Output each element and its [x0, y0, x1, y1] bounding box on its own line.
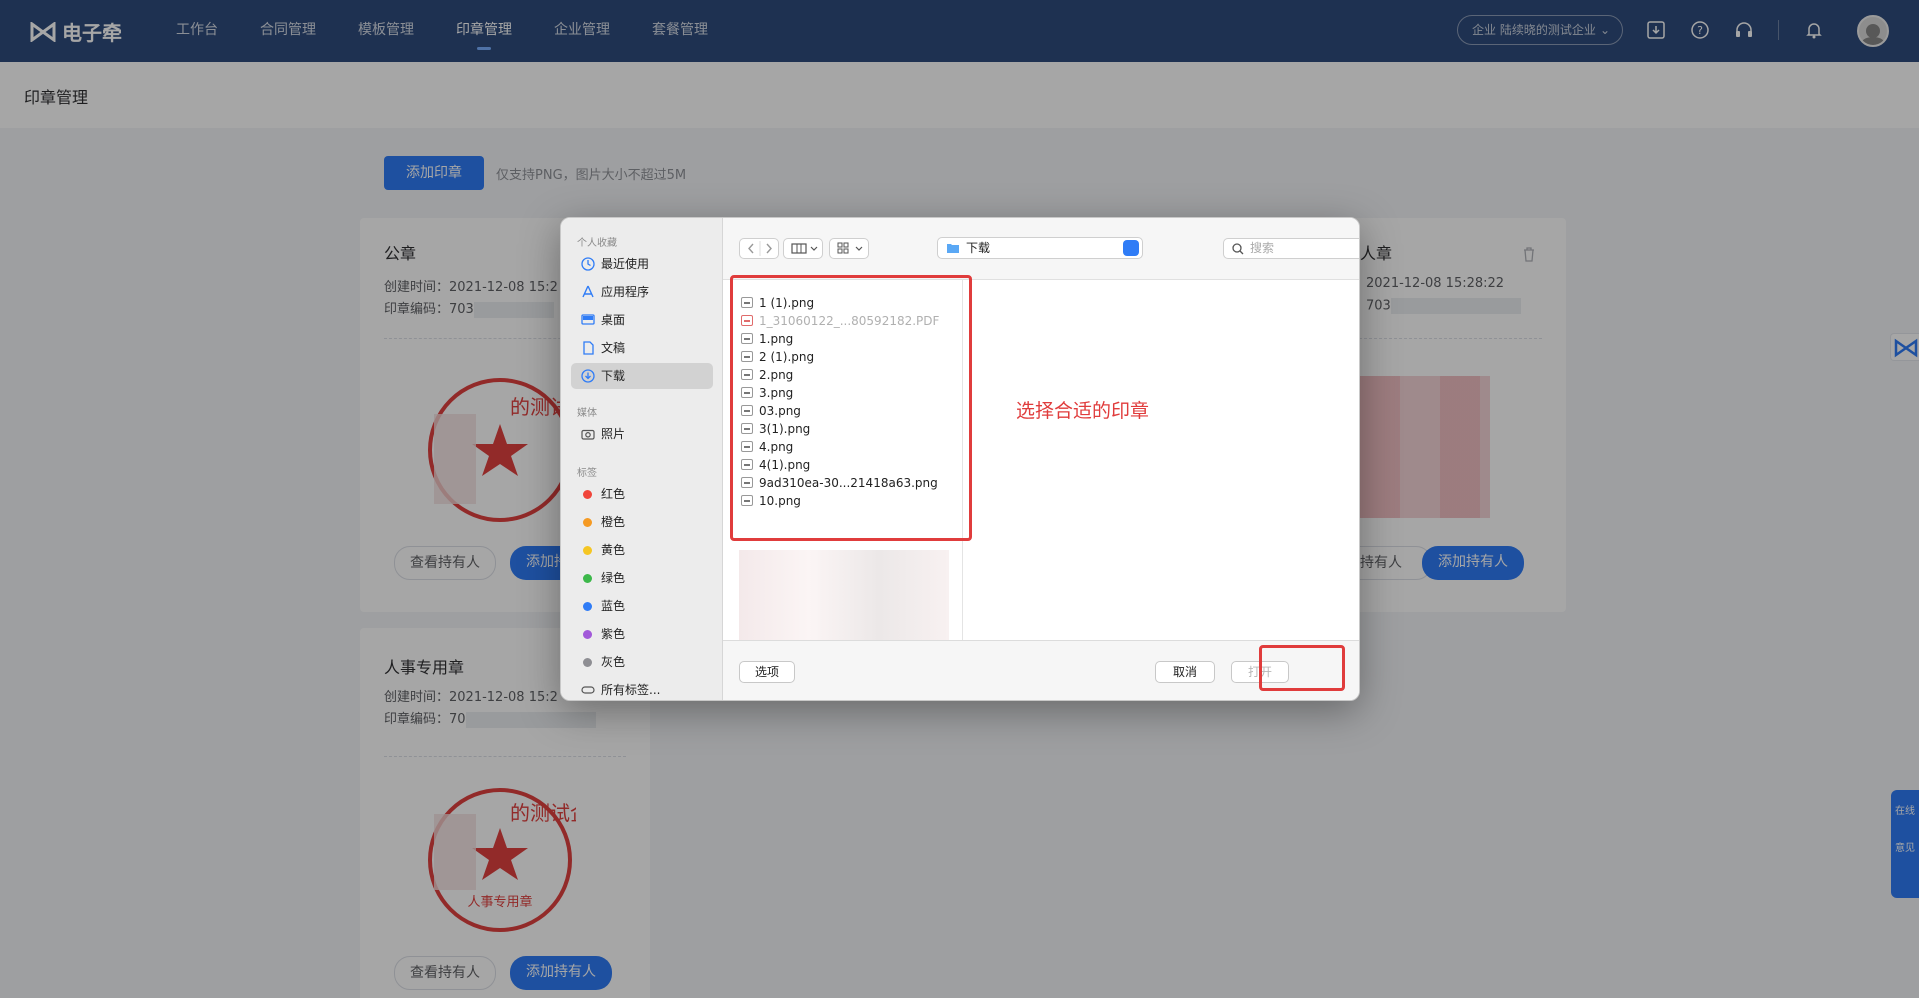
sidebar-item-label: 桌面 [601, 313, 626, 327]
download-icon [581, 369, 595, 383]
sidebar-item-label: 最近使用 [601, 257, 650, 271]
sidebar-item-desktop[interactable]: 桌面 [571, 307, 713, 333]
tag-dot [583, 602, 592, 611]
tag-label: 橙色 [601, 515, 626, 529]
tag-icon [581, 686, 595, 694]
desktop-icon [581, 314, 595, 325]
tag-label: 黄色 [601, 543, 626, 557]
finder-toolbar: 下载 搜索 [723, 218, 1359, 280]
annotation-text: 选择合适的印章 [1016, 400, 1150, 422]
tag-red[interactable]: 红色 [571, 481, 713, 507]
stepper-icon [1123, 240, 1139, 256]
tag-dot [583, 518, 592, 527]
file-preview-blurred [739, 550, 949, 640]
sidebar-item-label: 下载 [601, 369, 626, 383]
tag-gray[interactable]: 灰色 [571, 649, 713, 675]
tag-orange[interactable]: 橙色 [571, 509, 713, 535]
search-placeholder: 搜索 [1250, 241, 1275, 255]
view-grid-button[interactable] [829, 238, 869, 259]
tag-dot [583, 490, 592, 499]
tag-label: 紫色 [601, 627, 626, 641]
open-button-highlight-box [1259, 645, 1345, 691]
tag-dot [583, 574, 592, 583]
tag-purple[interactable]: 紫色 [571, 621, 713, 647]
tag-dot [583, 630, 592, 639]
tag-dot [583, 546, 592, 555]
view-columns-button[interactable] [783, 238, 823, 259]
sidebar-item-label: 照片 [601, 427, 626, 441]
tag-label: 灰色 [601, 655, 626, 669]
chevron-left-right-icon [748, 241, 772, 256]
tag-green[interactable]: 绿色 [571, 565, 713, 591]
tag-label: 绿色 [601, 571, 626, 585]
search-icon [1232, 243, 1244, 255]
app-store-icon [582, 285, 594, 298]
search-input[interactable]: 搜索 [1223, 238, 1359, 259]
sidebar-item-label: 所有标签... [601, 683, 661, 697]
camera-icon [581, 429, 595, 440]
sidebar-item-documents[interactable]: 文稿 [571, 335, 713, 361]
tag-label: 红色 [601, 487, 626, 501]
sidebar-item-recents[interactable]: 最近使用 [571, 251, 713, 277]
sidebar-item-label: 应用程序 [601, 285, 650, 299]
tag-blue[interactable]: 蓝色 [571, 593, 713, 619]
document-icon [583, 341, 594, 355]
favorites-heading: 个人收藏 [577, 238, 617, 249]
cancel-button[interactable]: 取消 [1155, 661, 1215, 683]
tag-yellow[interactable]: 黄色 [571, 537, 713, 563]
location-selector[interactable]: 下载 [937, 237, 1143, 259]
options-button[interactable]: 选项 [739, 661, 795, 683]
location-name: 下载 [966, 241, 991, 255]
sidebar-item-label: 文稿 [601, 341, 626, 355]
sidebar-item-applications[interactable]: 应用程序 [571, 279, 713, 305]
tags-heading: 标签 [577, 468, 597, 479]
tag-dot [583, 658, 592, 667]
columns-icon [791, 243, 818, 254]
file-list-highlight-box [730, 275, 972, 541]
sidebar-item-photos[interactable]: 照片 [571, 421, 713, 447]
folder-icon [947, 244, 959, 253]
grid-icon [837, 242, 863, 254]
clock-icon [581, 257, 595, 271]
nav-back-forward[interactable] [739, 238, 779, 259]
tag-label: 蓝色 [601, 599, 626, 613]
sidebar-item-all-tags[interactable]: 所有标签... [571, 677, 713, 700]
finder-sidebar: 个人收藏 最近使用 应用程序 桌面 文稿 下载 媒体 照片 标签 红色 橙色 黄 [561, 218, 723, 700]
media-heading: 媒体 [577, 408, 597, 419]
sidebar-item-downloads[interactable]: 下载 [571, 363, 713, 389]
